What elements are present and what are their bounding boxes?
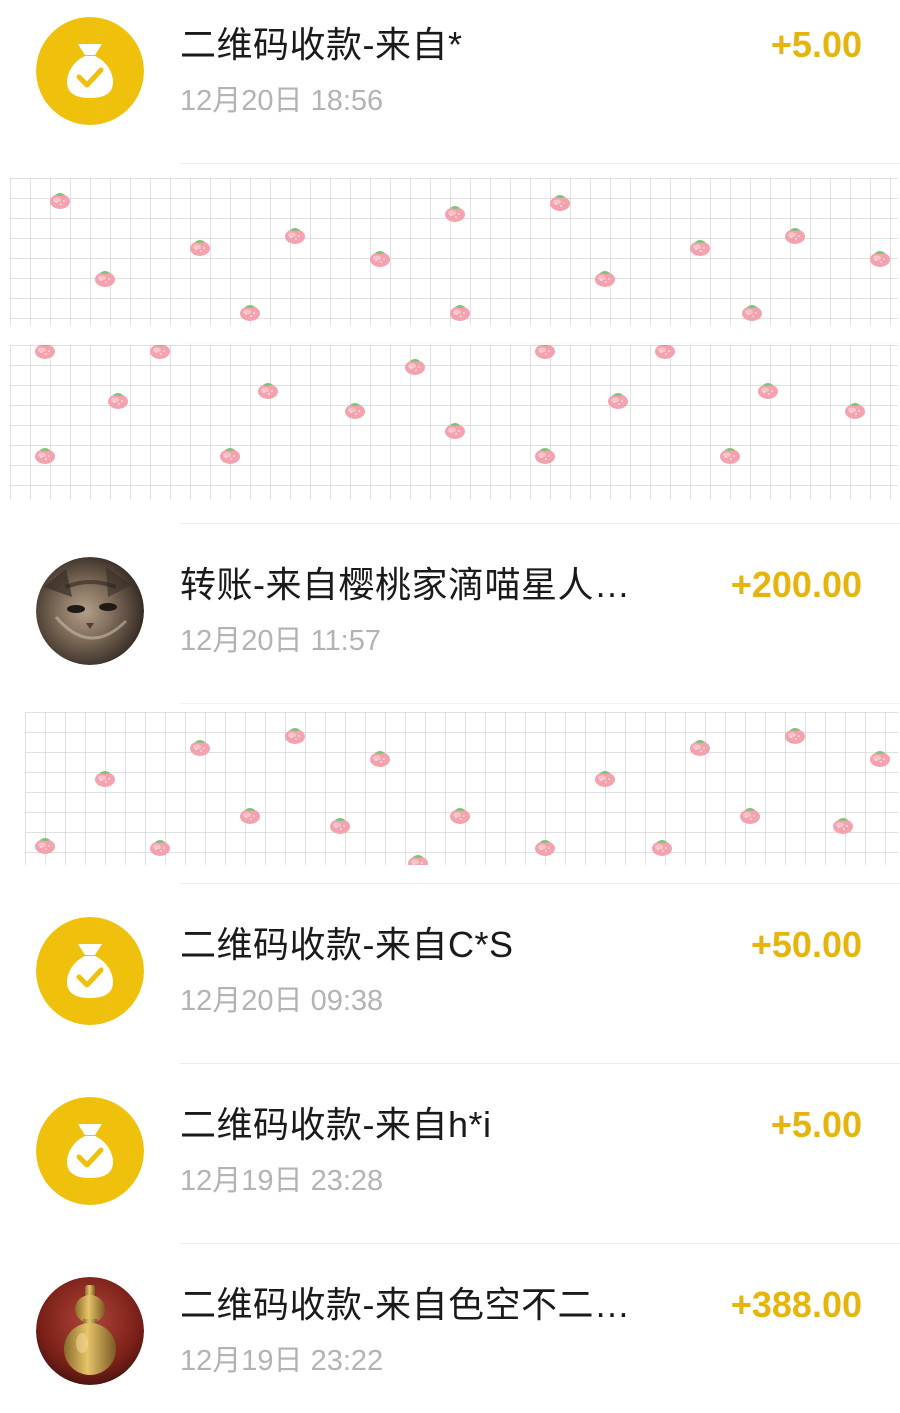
transaction-title: 二维码收款-来自C*S: [180, 924, 514, 965]
strawberry-grid-sticker: [10, 178, 898, 325]
transaction-row[interactable]: 二维码收款-来自色空不二… 12月19日 23:22 +388.00: [0, 1243, 900, 1413]
strawberry-icon: [256, 380, 280, 400]
strawberry-icon: [48, 190, 72, 210]
row-divider: [180, 523, 900, 524]
strawberry-icon: [33, 445, 57, 465]
strawberry-icon: [533, 445, 557, 465]
money-bag-icon: [36, 17, 144, 125]
strawberry-icon: [188, 737, 212, 757]
strawberry-icon: [93, 268, 117, 288]
strawberry-icon: [368, 248, 392, 268]
strawberry-icon: [868, 748, 892, 768]
strawberry-icon: [448, 805, 472, 825]
strawberry-icon: [783, 725, 807, 745]
row-divider: [180, 703, 900, 704]
strawberry-icon: [218, 445, 242, 465]
strawberry-icon: [443, 203, 467, 223]
strawberry-icon: [93, 768, 117, 788]
strawberry-icon: [593, 768, 617, 788]
money-bag-icon: [36, 1097, 144, 1205]
row-divider: [180, 1243, 900, 1244]
transaction-title: 二维码收款-来自h*i: [180, 1104, 492, 1145]
transaction-amount: +388.00: [730, 1284, 862, 1325]
row-divider: [180, 883, 900, 884]
strawberry-icon: [650, 837, 674, 857]
strawberry-icon: [831, 815, 855, 835]
strawberry-icon: [593, 268, 617, 288]
strawberry-icon: [283, 225, 307, 245]
transaction-row[interactable]: 二维码收款-来自h*i 12月19日 23:28 +5.00: [0, 1063, 900, 1243]
cat-avatar: [36, 557, 144, 665]
transaction-date: 12月19日 23:22: [180, 1345, 384, 1377]
strawberry-icon: [283, 725, 307, 745]
transaction-title: 二维码收款-来自*: [180, 24, 463, 65]
strawberry-icon: [606, 390, 630, 410]
strawberry-icon: [343, 400, 367, 420]
transaction-amount: +5.00: [770, 24, 862, 65]
strawberry-icon: [718, 445, 742, 465]
transaction-amount: +200.00: [730, 564, 862, 605]
strawberry-icon: [188, 237, 212, 257]
strawberry-icon: [238, 805, 262, 825]
transaction-amount: +50.00: [750, 924, 862, 965]
strawberry-icon: [533, 345, 557, 360]
transaction-row[interactable]: 转账-来自樱桃家滴喵星人… 12月20日 11:57 +200.00: [0, 523, 900, 703]
strawberry-icon: [548, 192, 572, 212]
strawberry-icon: [533, 837, 557, 857]
strawberry-icon: [33, 835, 57, 855]
strawberry-icon: [368, 748, 392, 768]
transaction-row[interactable]: 二维码收款-来自C*S 12月20日 09:38 +50.00: [0, 883, 900, 1063]
transaction-row[interactable]: 二维码收款-来自* 12月20日 18:56 +5.00: [0, 0, 900, 163]
strawberry-icon: [443, 420, 467, 440]
strawberry-grid-sticker: [10, 345, 898, 500]
row-divider: [180, 343, 900, 344]
strawberry-grid-sticker: [25, 712, 898, 865]
strawberry-icon: [783, 225, 807, 245]
strawberry-icon: [106, 390, 130, 410]
transaction-date: 12月20日 18:56: [180, 85, 384, 117]
row-divider: [180, 1063, 900, 1064]
strawberry-icon: [843, 400, 867, 420]
strawberry-icon: [448, 302, 472, 322]
strawberry-icon: [653, 345, 677, 360]
money-bag-icon: [36, 917, 144, 1025]
transaction-date: 12月20日 09:38: [180, 985, 384, 1017]
strawberry-icon: [403, 356, 427, 376]
strawberry-icon: [756, 380, 780, 400]
strawberry-icon: [33, 345, 57, 360]
gourd-avatar: [36, 1277, 144, 1385]
transaction-title: 二维码收款-来自色空不二…: [180, 1284, 631, 1325]
transaction-title: 转账-来自樱桃家滴喵星人…: [180, 564, 631, 605]
strawberry-icon: [688, 237, 712, 257]
strawberry-icon: [328, 815, 352, 835]
strawberry-icon: [406, 852, 430, 865]
transaction-date: 12月19日 23:28: [180, 1165, 384, 1197]
transaction-list: 二维码收款-来自* 12月20日 18:56 +5.00 转账-来自樱桃家滴喵星…: [0, 0, 900, 1413]
strawberry-icon: [148, 837, 172, 857]
strawberry-icon: [868, 248, 892, 268]
strawberry-icon: [738, 805, 762, 825]
strawberry-icon: [148, 345, 172, 360]
transaction-date: 12月20日 11:57: [180, 625, 381, 657]
strawberry-icon: [238, 302, 262, 322]
strawberry-icon: [740, 302, 764, 322]
transaction-amount: +5.00: [770, 1104, 862, 1145]
strawberry-icon: [688, 737, 712, 757]
row-divider: [180, 163, 900, 164]
